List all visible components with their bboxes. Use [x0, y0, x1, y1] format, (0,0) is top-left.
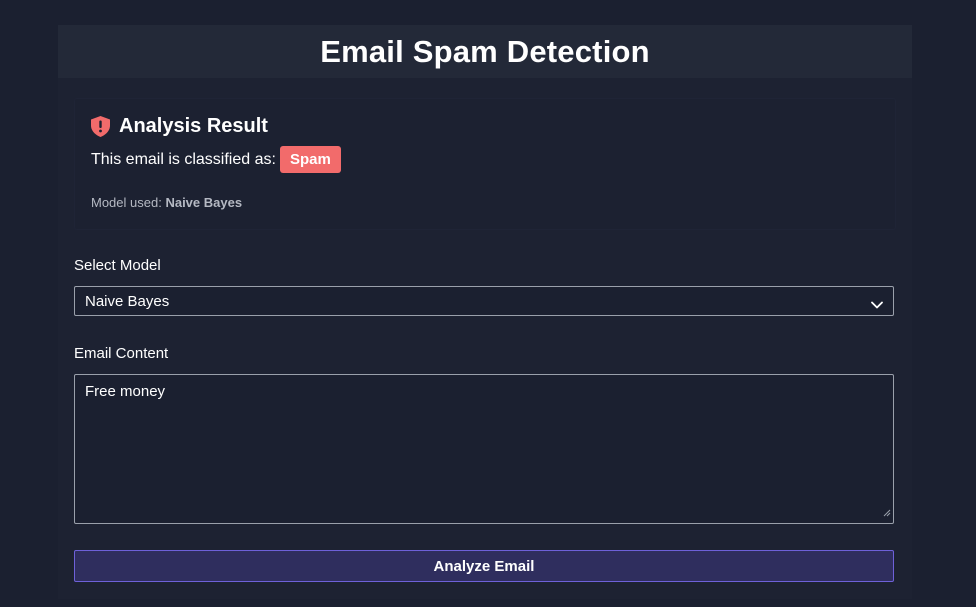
analyze-email-button[interactable]: Analyze Email — [74, 550, 894, 582]
model-used-line: Model used: Naive Bayes — [91, 195, 242, 210]
email-content-label: Email Content — [74, 345, 169, 362]
main-card: Email Spam Detection Analysis Result Thi… — [58, 25, 912, 599]
result-title: Analysis Result — [119, 115, 268, 137]
classification-line: This email is classified as: Spam — [91, 146, 341, 173]
email-content-text: Free money — [85, 383, 166, 400]
select-model-label: Select Model — [74, 257, 161, 274]
model-select-value: Naive Bayes — [85, 292, 170, 310]
classification-label: This email is classified as: — [91, 150, 276, 168]
spam-badge: Spam — [279, 146, 341, 173]
model-used-value: Naive Bayes — [165, 195, 243, 210]
result-header: Analysis Result — [91, 115, 268, 138]
analysis-result-panel: Analysis Result This email is classified… — [74, 98, 896, 230]
email-content-textarea[interactable]: Free money — [74, 374, 894, 524]
chevron-down-icon — [871, 296, 883, 313]
model-used-label: Model used: — [91, 195, 162, 210]
shield-alert-icon — [91, 116, 110, 137]
model-select[interactable]: Naive Bayes — [74, 286, 894, 316]
resize-handle-icon[interactable] — [883, 504, 891, 521]
analyze-email-label: Analyze Email — [433, 557, 535, 575]
page-header: Email Spam Detection — [58, 25, 912, 78]
page-title: Email Spam Detection — [320, 33, 650, 69]
